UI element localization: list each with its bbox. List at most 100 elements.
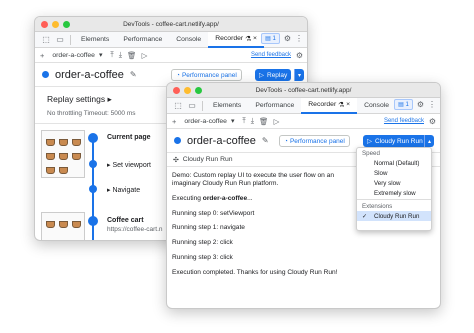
recording-select[interactable]: order-a-coffee ▾ bbox=[181, 117, 237, 126]
maximize-window-button[interactable] bbox=[63, 21, 70, 28]
devtools-tabbar: ⬚ ▭ Elements Performance Recorder ⚗ × Co… bbox=[167, 97, 440, 114]
menu-item-speed-normal[interactable]: Normal (Default) bbox=[357, 158, 431, 168]
tab-recorder[interactable]: Recorder ⚗ × bbox=[301, 97, 358, 114]
tab-performance[interactable]: Performance bbox=[116, 32, 169, 48]
chevron-down-icon: ▾ bbox=[98, 52, 103, 59]
replay-dropdown-button[interactable]: ▴ bbox=[424, 135, 434, 147]
page-screenshot-thumbnail bbox=[41, 130, 85, 178]
chevron-right-icon: ▸ bbox=[107, 94, 112, 104]
replay-options-menu: Speed Normal (Default) Slow Very slow Ex… bbox=[356, 147, 432, 231]
pencil-icon[interactable]: ✎ bbox=[130, 70, 137, 79]
replay-button[interactable]: ▷ Replay bbox=[255, 69, 292, 81]
minimize-window-button[interactable] bbox=[184, 87, 191, 94]
recording-title: order-a-coffee bbox=[187, 134, 256, 147]
tab-console[interactable]: Console bbox=[169, 32, 208, 48]
chevron-right-icon: ▸ bbox=[107, 187, 111, 194]
step-node bbox=[88, 133, 98, 143]
menu-group-speed: Speed bbox=[362, 149, 380, 157]
log-line: Demo: Custom replay UI to execute the us… bbox=[172, 172, 334, 188]
menu-item-cloudy-run-run[interactable]: ✓ Cloudy Run Run bbox=[357, 211, 431, 221]
upload-icon[interactable]: ⤒ bbox=[242, 116, 245, 126]
flask-icon: ⚗ bbox=[338, 101, 345, 109]
delete-icon[interactable]: 🗑 bbox=[127, 51, 137, 60]
step-url: https://coffee-cart.n bbox=[107, 226, 163, 233]
play-icon[interactable]: ▷ bbox=[274, 117, 280, 126]
flask-icon: ⚗ bbox=[245, 35, 252, 43]
log-line: Running step 2: click bbox=[172, 239, 233, 247]
play-icon[interactable]: ▷ bbox=[142, 51, 148, 60]
close-tab-icon[interactable]: × bbox=[253, 35, 257, 42]
step-set-viewport[interactable]: ▸ Set viewport bbox=[107, 161, 151, 169]
send-feedback-link[interactable]: Send feedback bbox=[251, 52, 291, 58]
puzzle-icon: ✣ bbox=[173, 156, 179, 164]
maximize-window-button[interactable] bbox=[195, 87, 202, 94]
close-window-button[interactable] bbox=[41, 21, 48, 28]
issues-badge[interactable]: ▤ 1 bbox=[394, 99, 413, 110]
step-current-page[interactable]: Current page bbox=[107, 134, 151, 141]
pencil-icon[interactable]: ✎ bbox=[262, 136, 269, 145]
inspect-icon[interactable]: ⬚ bbox=[39, 33, 53, 47]
traffic-lights bbox=[41, 21, 70, 28]
download-icon[interactable]: ⤓ bbox=[251, 116, 254, 126]
step-node bbox=[88, 216, 98, 226]
menu-item-speed-extremely-slow[interactable]: Extremely slow bbox=[357, 188, 431, 198]
inspect-icon[interactable]: ⬚ bbox=[171, 99, 185, 113]
check-icon: ✓ bbox=[362, 212, 368, 220]
window-title: DevTools - coffee-cart.netlify.app/ bbox=[255, 86, 352, 94]
issues-badge[interactable]: ▤ 1 bbox=[261, 33, 280, 44]
performance-panel-button[interactable]: ◔ Performance panel bbox=[279, 135, 350, 147]
recording-status-dot bbox=[174, 137, 181, 144]
tab-console[interactable]: Console bbox=[357, 98, 396, 114]
tab-elements[interactable]: Elements bbox=[206, 98, 248, 114]
window-titlebar: DevTools - coffee-cart.netlify.app/ bbox=[35, 17, 307, 32]
close-window-button[interactable] bbox=[173, 87, 180, 94]
add-icon[interactable]: + bbox=[172, 117, 176, 126]
window-titlebar: DevTools - coffee-cart.netlify.app/ bbox=[167, 83, 440, 98]
gear-icon[interactable]: ⚙ bbox=[417, 100, 424, 109]
gear-icon[interactable]: ⚙ bbox=[429, 117, 436, 126]
gear-icon[interactable]: ⚙ bbox=[296, 51, 303, 60]
devtools-tabbar: ⬚ ▭ Elements Performance Console Recorde… bbox=[35, 31, 307, 48]
recording-title: order-a-coffee bbox=[55, 68, 124, 81]
device-icon[interactable]: ▭ bbox=[53, 33, 67, 47]
tab-performance[interactable]: Performance bbox=[248, 98, 301, 114]
recorder-toolbar: + order-a-coffee ▾ ⤒ ⤓ 🗑 ▷ Send feedback … bbox=[167, 114, 440, 129]
menu-item-speed-slow[interactable]: Slow bbox=[357, 168, 431, 178]
performance-panel-button[interactable]: ◔ Performance panel bbox=[171, 69, 242, 81]
cloudy-run-run-button[interactable]: ▷ Cloudy Run Run bbox=[363, 135, 427, 147]
step-node bbox=[89, 160, 97, 168]
add-icon[interactable]: + bbox=[40, 51, 44, 60]
delete-icon[interactable]: 🗑 bbox=[259, 117, 269, 126]
recording-select[interactable]: order-a-coffee ▾ bbox=[49, 51, 105, 60]
device-icon[interactable]: ▭ bbox=[185, 99, 199, 113]
play-icon: ▷ bbox=[259, 72, 264, 79]
menu-item-speed-very-slow[interactable]: Very slow bbox=[357, 178, 431, 188]
tab-elements[interactable]: Elements bbox=[74, 32, 116, 48]
tab-recorder[interactable]: Recorder ⚗ × bbox=[208, 31, 265, 48]
minimize-window-button[interactable] bbox=[52, 21, 59, 28]
upload-icon[interactable]: ⤒ bbox=[110, 50, 113, 60]
send-feedback-link[interactable]: Send feedback bbox=[384, 118, 424, 124]
traffic-lights bbox=[173, 87, 202, 94]
chevron-right-icon: ▸ bbox=[107, 162, 111, 169]
extension-panel-title: Cloudy Run Run bbox=[182, 156, 233, 163]
kebab-icon[interactable]: ⋮ bbox=[295, 34, 303, 43]
menu-group-extensions: Extensions bbox=[362, 202, 393, 210]
replay-dropdown-button[interactable]: ▾ bbox=[294, 69, 304, 81]
play-icon: ▷ bbox=[367, 138, 372, 145]
recording-status-dot bbox=[42, 71, 49, 78]
log-line: Execution completed. Thanks for using Cl… bbox=[172, 268, 338, 276]
performance-icon: ◔ bbox=[284, 137, 288, 145]
close-tab-icon[interactable]: × bbox=[346, 101, 350, 108]
chevron-down-icon: ▾ bbox=[230, 118, 235, 125]
log-line: Running step 3: click bbox=[172, 253, 233, 261]
kebab-icon[interactable]: ⋮ bbox=[428, 100, 436, 109]
step-node bbox=[89, 185, 97, 193]
gear-icon[interactable]: ⚙ bbox=[284, 34, 291, 43]
download-icon[interactable]: ⤓ bbox=[119, 50, 122, 60]
step-coffee-cart[interactable]: Coffee cart bbox=[107, 217, 144, 224]
recorder-toolbar: + order-a-coffee ▾ ⤒ ⤓ 🗑 ▷ Send feedback … bbox=[35, 48, 307, 63]
page-screenshot-thumbnail bbox=[41, 212, 85, 240]
performance-icon: ◔ bbox=[176, 71, 180, 79]
step-navigate[interactable]: ▸ Navigate bbox=[107, 186, 140, 194]
